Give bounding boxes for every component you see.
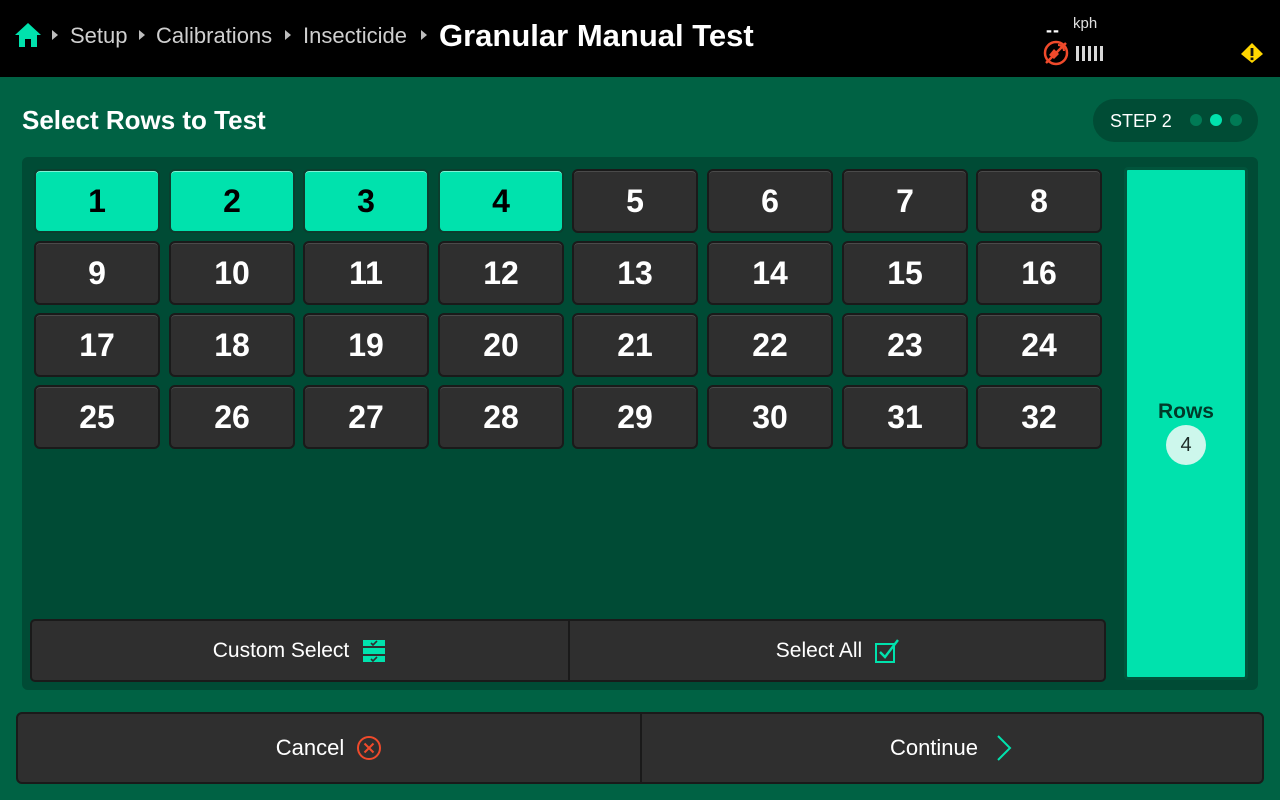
row-button-18[interactable]: 18 bbox=[169, 313, 295, 377]
step-indicator: STEP 2 bbox=[1093, 99, 1258, 142]
row-button-17[interactable]: 17 bbox=[34, 313, 160, 377]
row-button-21[interactable]: 21 bbox=[572, 313, 698, 377]
row-button-5[interactable]: 5 bbox=[572, 169, 698, 233]
cancel-button[interactable]: Cancel bbox=[18, 714, 640, 782]
row-button-8[interactable]: 8 bbox=[976, 169, 1102, 233]
warning-icon[interactable] bbox=[1240, 42, 1264, 64]
row-button-26[interactable]: 26 bbox=[169, 385, 295, 449]
custom-select-label: Custom Select bbox=[212, 638, 350, 662]
row-button-13[interactable]: 13 bbox=[572, 241, 698, 305]
row-button-2[interactable]: 2 bbox=[169, 169, 295, 233]
row-button-31[interactable]: 31 bbox=[842, 385, 968, 449]
row-button-15[interactable]: 15 bbox=[842, 241, 968, 305]
breadcrumb-separator-icon bbox=[421, 30, 427, 40]
row-button-25[interactable]: 25 bbox=[34, 385, 160, 449]
row-button-12[interactable]: 12 bbox=[438, 241, 564, 305]
breadcrumb-separator-icon bbox=[139, 30, 145, 40]
section-title: Select Rows to Test bbox=[22, 105, 266, 135]
bottom-bar: Cancel Continue bbox=[16, 712, 1264, 784]
breadcrumb-separator-icon bbox=[285, 30, 291, 40]
rows-summary-label: Rows bbox=[1157, 400, 1214, 423]
row-button-27[interactable]: 27 bbox=[303, 385, 429, 449]
row-button-29[interactable]: 29 bbox=[572, 385, 698, 449]
row-button-19[interactable]: 19 bbox=[303, 313, 429, 377]
row-button-24[interactable]: 24 bbox=[976, 313, 1102, 377]
row-button-7[interactable]: 7 bbox=[842, 169, 968, 233]
row-button-3[interactable]: 3 bbox=[303, 169, 429, 233]
custom-select-button[interactable]: Custom Select bbox=[32, 621, 568, 680]
custom-select-icon bbox=[363, 639, 386, 662]
action-bar: Custom Select Select All bbox=[30, 619, 1106, 682]
gps-signal-lost-icon[interactable] bbox=[1043, 40, 1069, 66]
step-dot bbox=[1230, 114, 1242, 126]
breadcrumb-insecticide[interactable]: Insecticide bbox=[303, 22, 407, 50]
home-icon[interactable] bbox=[14, 22, 42, 48]
rows-summary: Rows 4 bbox=[1124, 167, 1248, 680]
speed-value: -- bbox=[1046, 20, 1060, 40]
row-button-32[interactable]: 32 bbox=[976, 385, 1102, 449]
select-all-label: Select All bbox=[775, 638, 863, 662]
cancel-circle-icon bbox=[357, 736, 382, 760]
rows-count-badge: 4 bbox=[1166, 425, 1206, 465]
row-button-22[interactable]: 22 bbox=[707, 313, 833, 377]
step-dot-active bbox=[1210, 114, 1222, 126]
row-button-20[interactable]: 20 bbox=[438, 313, 564, 377]
row-button-6[interactable]: 6 bbox=[707, 169, 833, 233]
row-button-16[interactable]: 16 bbox=[976, 241, 1102, 305]
chevron-right-icon bbox=[997, 735, 1012, 761]
cancel-label: Cancel bbox=[275, 735, 345, 760]
step-label: STEP 2 bbox=[1110, 111, 1172, 131]
signal-bars-icon bbox=[1076, 46, 1106, 62]
row-button-9[interactable]: 9 bbox=[34, 241, 160, 305]
continue-label: Continue bbox=[889, 735, 979, 760]
checkbox-checked-icon bbox=[875, 638, 900, 663]
top-bar: Setup Calibrations Insecticide Granular … bbox=[0, 0, 1280, 77]
step-dot bbox=[1190, 114, 1202, 126]
row-button-10[interactable]: 10 bbox=[169, 241, 295, 305]
row-button-30[interactable]: 30 bbox=[707, 385, 833, 449]
page-title: Granular Manual Test bbox=[439, 18, 754, 53]
breadcrumb-separator-icon bbox=[52, 30, 58, 40]
speed-unit: kph bbox=[1073, 15, 1098, 32]
row-button-28[interactable]: 28 bbox=[438, 385, 564, 449]
row-button-23[interactable]: 23 bbox=[842, 313, 968, 377]
breadcrumb-setup[interactable]: Setup bbox=[70, 22, 128, 50]
row-selection-panel: 1 2 3 4 5 6 7 8 9 10 11 12 13 14 15 16 17 18 19 20 21 22 23 24 2… bbox=[22, 157, 1258, 690]
select-all-button[interactable]: Select All bbox=[570, 621, 1106, 680]
row-button-4[interactable]: 4 bbox=[438, 169, 564, 233]
row-button-1[interactable]: 1 bbox=[34, 169, 160, 233]
row-button-14[interactable]: 14 bbox=[707, 241, 833, 305]
breadcrumb-calibrations[interactable]: Calibrations bbox=[156, 22, 272, 50]
continue-button[interactable]: Continue bbox=[642, 714, 1264, 782]
row-button-11[interactable]: 11 bbox=[303, 241, 429, 305]
